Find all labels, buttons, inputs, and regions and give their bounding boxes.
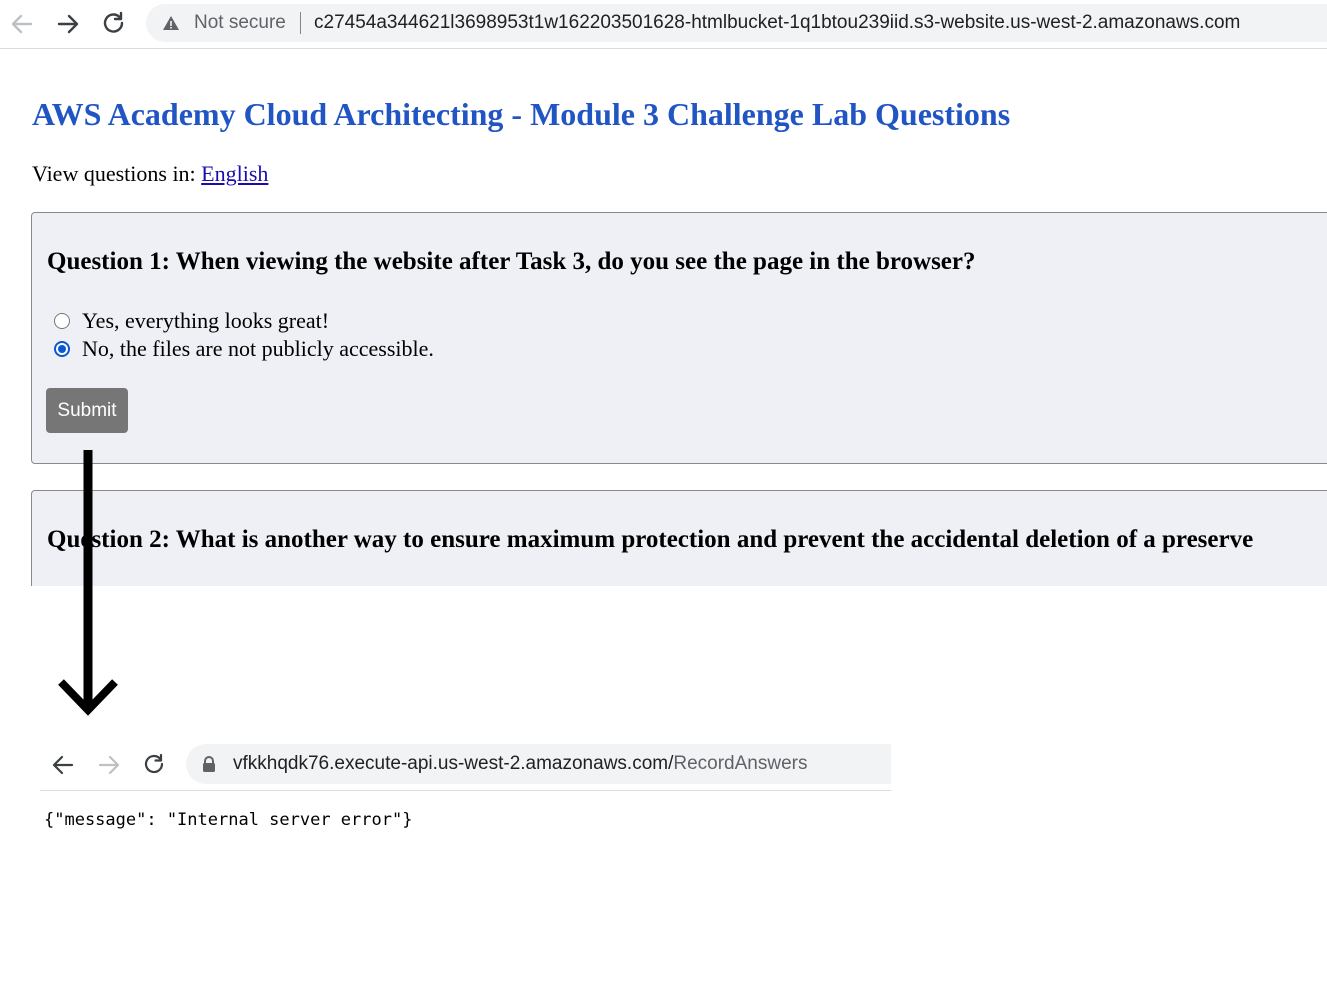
question-1-card: Question 1: When viewing the website aft… [31,212,1327,464]
view-prefix: View questions in: [32,161,196,186]
submit-button[interactable]: Submit [46,388,128,433]
url-text[interactable]: c27454a344621l3698953t1w162203501628-htm… [314,12,1240,34]
option-label: No, the files are not publicly accessibl… [82,336,434,361]
back-arrow-icon[interactable] [2,4,42,44]
url-text[interactable]: vfkkhqdk76.execute-api.us-west-2.amazona… [233,753,807,775]
warning-icon [162,15,180,31]
radio-selected[interactable] [54,341,70,357]
url-host: vfkkhqdk76.execute-api.us-west-2.amazona… [233,753,674,774]
api-response-window: vfkkhqdk76.execute-api.us-west-2.amazona… [40,740,891,850]
api-error-response: {"message": "Internal server error"} [44,810,413,830]
address-bar[interactable]: vfkkhqdk76.execute-api.us-west-2.amazona… [186,744,891,784]
page-title: AWS Academy Cloud Architecting - Module … [32,96,1011,132]
top-browser-toolbar: Not secure c27454a344621l3698953t1w16220… [0,0,1327,49]
lock-icon[interactable] [202,756,216,773]
second-browser-toolbar: vfkkhqdk76.execute-api.us-west-2.amazona… [40,740,891,791]
question-1-heading: Question 1: When viewing the website aft… [47,248,976,275]
url-path: RecordAnswers [673,753,808,774]
language-selector-line: View questions in: English [32,161,268,187]
forward-arrow-icon[interactable] [48,4,88,44]
reload-icon[interactable] [94,4,134,44]
question-2-heading: Question 2: What is another way to ensur… [47,526,1254,553]
down-arrow-icon [55,448,119,720]
radio-unselected[interactable] [54,313,70,329]
reload-icon[interactable] [137,748,171,782]
security-status[interactable]: Not secure [194,12,286,34]
forward-arrow-icon[interactable] [92,748,126,782]
address-bar[interactable]: Not secure c27454a344621l3698953t1w16220… [146,4,1327,42]
option-label: Yes, everything looks great! [82,308,330,333]
question-2-card: Question 2: What is another way to ensur… [31,490,1327,586]
back-arrow-icon[interactable] [46,748,80,782]
divider [300,12,301,34]
language-link-english[interactable]: English [201,161,268,186]
